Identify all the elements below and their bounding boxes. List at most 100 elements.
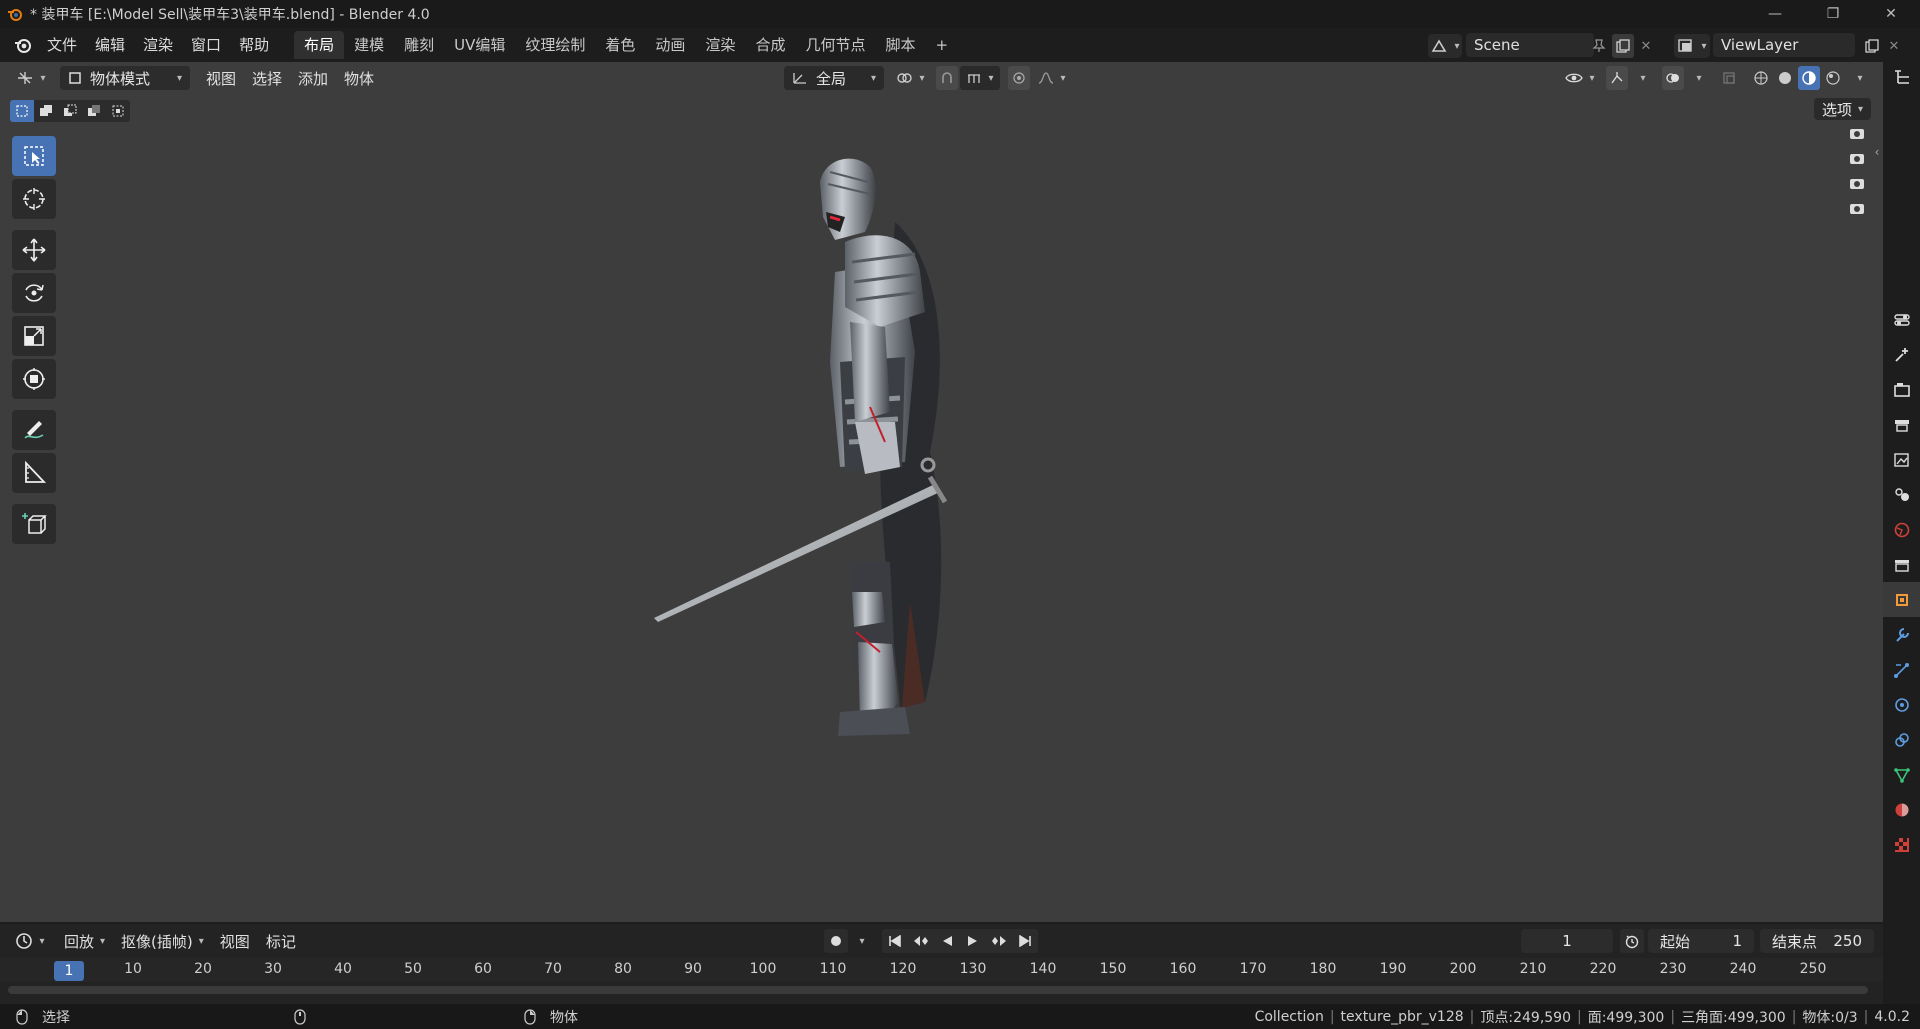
measure-tool[interactable]	[12, 453, 56, 493]
mode-dropdown[interactable]: 物体模式 ▾	[60, 66, 190, 90]
playhead[interactable]: 1	[54, 961, 84, 981]
visibility-icon[interactable]: ▾	[1560, 66, 1600, 90]
snap-toggle-icon[interactable]	[936, 66, 958, 90]
frame-start-field[interactable]: 起始 1	[1648, 929, 1754, 953]
properties-editor-icon[interactable]	[1883, 302, 1920, 337]
rendered-shading-icon[interactable]	[1822, 66, 1844, 90]
pivot-point-icon[interactable]: ▾	[893, 66, 927, 90]
armored-knight-model[interactable]	[640, 122, 1160, 752]
data-properties-icon[interactable]	[1883, 757, 1920, 792]
texture-properties-icon[interactable]	[1883, 827, 1920, 862]
select-new-icon[interactable]	[10, 100, 34, 122]
jump-end-icon[interactable]	[1012, 929, 1038, 953]
viewlayer-name-field[interactable]: ViewLayer	[1713, 33, 1855, 57]
object-properties-icon[interactable]	[1883, 582, 1920, 617]
menu-add[interactable]: 添加	[292, 66, 334, 90]
prev-keyframe-icon[interactable]	[908, 929, 934, 953]
camera-lock-icon[interactable]	[1847, 197, 1867, 219]
tab-texture-paint[interactable]: 纹理绘制	[515, 31, 595, 59]
scene-name-field[interactable]: Scene	[1466, 33, 1594, 57]
frame-end-field[interactable]: 结束点 250	[1760, 929, 1874, 953]
delete-scene-icon[interactable]: ✕	[1636, 34, 1656, 58]
material-preview-icon[interactable]	[1798, 66, 1820, 90]
frame-ruler[interactable]: 1 10 20 30 40 50 60 70 80 90 100 110 120…	[0, 958, 1883, 982]
outliner-editor-icon[interactable]	[1883, 62, 1920, 92]
jump-start-icon[interactable]	[882, 929, 908, 953]
output-properties-icon[interactable]	[1883, 407, 1920, 442]
playback-menu[interactable]: 回放 ▾	[58, 929, 111, 953]
tab-shading[interactable]: 着色	[595, 31, 645, 59]
orientation-dropdown[interactable]: 全局 ▾	[784, 66, 884, 90]
overlay-dropdown-icon[interactable]: ▾	[1686, 66, 1706, 90]
menu-select[interactable]: 选择	[246, 66, 288, 90]
timeline-view-menu[interactable]: 视图	[214, 929, 256, 953]
tab-sculpting[interactable]: 雕刻	[394, 31, 444, 59]
menu-render[interactable]: 渲染	[134, 32, 182, 58]
select-box-tool[interactable]	[12, 136, 56, 176]
keying-menu[interactable]: 抠像(插帧) ▾	[115, 929, 210, 953]
new-scene-icon[interactable]	[1612, 34, 1634, 58]
minimize-button[interactable]: —	[1746, 0, 1804, 28]
wireframe-shading-icon[interactable]	[1750, 66, 1772, 90]
sidebar-toggle-icon[interactable]: ‹	[1872, 144, 1882, 160]
select-intersect-icon[interactable]	[106, 100, 130, 122]
tab-scripting[interactable]: 脚本	[875, 31, 925, 59]
tab-uv-editing[interactable]: UV编辑	[444, 31, 515, 59]
add-workspace-button[interactable]: +	[925, 31, 958, 59]
play-icon[interactable]	[960, 929, 986, 953]
menu-object[interactable]: 物体	[338, 66, 380, 90]
select-invert-icon[interactable]	[82, 100, 106, 122]
overlay-toggle-icon[interactable]	[1662, 66, 1684, 90]
timeline-marker-menu[interactable]: 标记	[260, 929, 302, 953]
blender-menu-icon[interactable]	[8, 31, 38, 59]
xray-toggle-icon[interactable]	[1718, 66, 1740, 90]
tab-rendering[interactable]: 渲染	[695, 31, 745, 59]
menu-help[interactable]: 帮助	[230, 32, 278, 58]
tab-compositing[interactable]: 合成	[745, 31, 795, 59]
select-subtract-icon[interactable]	[58, 100, 82, 122]
pin-scene-icon[interactable]	[1588, 34, 1610, 58]
next-keyframe-icon[interactable]	[986, 929, 1012, 953]
tab-geometry-nodes[interactable]: 几何节点	[795, 31, 875, 59]
tab-animation[interactable]: 动画	[645, 31, 695, 59]
transform-tool[interactable]	[12, 359, 56, 399]
annotate-tool[interactable]	[12, 410, 56, 450]
rotate-tool[interactable]	[12, 273, 56, 313]
material-properties-icon[interactable]	[1883, 792, 1920, 827]
scene-properties-icon[interactable]	[1883, 477, 1920, 512]
timeline-scrollbar[interactable]	[8, 986, 1868, 994]
timeline-editor[interactable]: ▾ 回放 ▾ 抠像(插帧) ▾ 视图 标记 ▾ 1 起始 1 结束点 250 1…	[0, 924, 1883, 1004]
gizmo-toggle-icon[interactable]	[1606, 66, 1628, 90]
menu-view[interactable]: 视图	[200, 66, 242, 90]
scale-tool[interactable]	[12, 316, 56, 356]
view-layer-properties-icon[interactable]	[1883, 442, 1920, 477]
select-extend-icon[interactable]	[34, 100, 58, 122]
delete-viewlayer-icon[interactable]: ✕	[1884, 34, 1904, 58]
maximize-button[interactable]: ❐	[1804, 0, 1862, 28]
play-reverse-icon[interactable]	[934, 929, 960, 953]
menu-file[interactable]: 文件	[38, 32, 86, 58]
options-dropdown[interactable]: 选项 ▾	[1814, 98, 1872, 120]
timeline-editor-type-icon[interactable]: ▾	[10, 929, 50, 953]
preview-range-icon[interactable]	[1620, 929, 1644, 953]
add-cube-tool[interactable]	[12, 504, 56, 544]
tab-modeling[interactable]: 建模	[344, 31, 394, 59]
menu-window[interactable]: 窗口	[182, 32, 230, 58]
world-properties-icon[interactable]	[1883, 512, 1920, 547]
new-viewlayer-icon[interactable]	[1861, 34, 1883, 58]
tab-layout[interactable]: 布局	[294, 31, 345, 59]
falloff-icon[interactable]: ▾	[1032, 66, 1072, 90]
gizmo-dropdown-icon[interactable]: ▾	[1630, 66, 1650, 90]
solid-shading-icon[interactable]	[1774, 66, 1796, 90]
scene-type-icon[interactable]: ▾	[1428, 34, 1462, 58]
collection-properties-icon[interactable]	[1883, 547, 1920, 582]
close-button[interactable]: ✕	[1862, 0, 1920, 28]
shading-dropdown-icon[interactable]: ▾	[1846, 66, 1868, 90]
camera-view-icon[interactable]	[1847, 122, 1867, 144]
ortho-toggle-icon[interactable]	[1847, 172, 1867, 194]
menu-edit[interactable]: 编辑	[86, 32, 134, 58]
render-properties-icon[interactable]	[1883, 372, 1920, 407]
current-frame-field[interactable]: 1	[1521, 929, 1613, 953]
physics-properties-icon[interactable]	[1883, 687, 1920, 722]
proportional-edit-icon[interactable]	[1008, 66, 1030, 90]
